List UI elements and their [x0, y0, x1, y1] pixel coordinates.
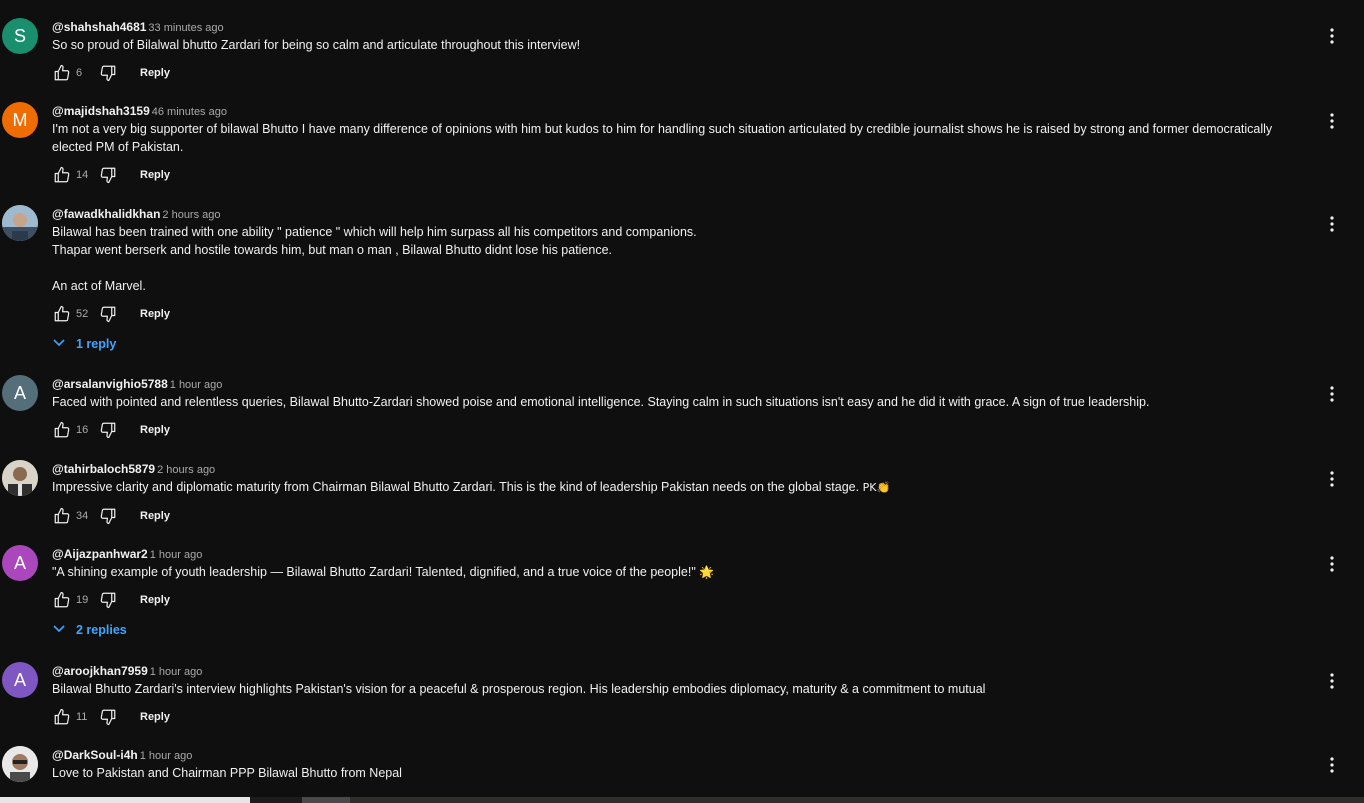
thumbs-up-icon[interactable] [52, 590, 72, 610]
avatar[interactable]: S [2, 18, 38, 54]
comment-time[interactable]: 2 hours ago [157, 464, 215, 476]
replies-count: 2 replies [76, 623, 127, 637]
avatar[interactable] [2, 205, 38, 241]
thumbs-down-icon[interactable] [98, 304, 118, 324]
comment-time[interactable]: 1 hour ago [140, 750, 193, 762]
taskbar-segment [0, 797, 250, 803]
reply-button[interactable]: Reply [140, 711, 170, 723]
chevron-down-icon [52, 337, 66, 351]
avatar[interactable]: A [2, 545, 38, 581]
thumbs-up-icon[interactable] [52, 420, 72, 440]
more-options-icon[interactable] [1322, 26, 1342, 46]
comment-author[interactable]: @tahirbaloch5879 [52, 462, 155, 476]
taskbar-segment [302, 797, 350, 803]
thumbs-up-icon[interactable] [52, 707, 72, 727]
thumbs-down-icon[interactable] [98, 506, 118, 526]
comment-text: "A shining example of youth leadership —… [52, 565, 715, 579]
comments-page: S @shahshah4681 33 minutes ago So so prou… [0, 0, 1364, 803]
like-count: 11 [76, 711, 88, 723]
comment-actions: 6 Reply [52, 61, 1294, 85]
like-count: 6 [76, 67, 83, 79]
comment-actions: 14 Reply [52, 163, 1294, 187]
comment-actions: 19 Reply [52, 588, 1294, 612]
avatar[interactable]: A [2, 662, 38, 698]
reply-button[interactable]: Reply [140, 510, 170, 522]
thumbs-down-icon[interactable] [98, 420, 118, 440]
profile-photo-icon [2, 460, 38, 496]
more-options-icon[interactable] [1322, 384, 1342, 404]
more-options-icon[interactable] [1322, 671, 1342, 691]
thumbs-up-icon[interactable] [52, 63, 72, 83]
thumbs-down-icon[interactable] [98, 165, 118, 185]
avatar[interactable]: A [2, 375, 38, 411]
thumbs-down-icon[interactable] [98, 590, 118, 610]
like-count: 34 [76, 510, 89, 522]
comment-author[interactable]: @Aijazpanhwar2 [52, 547, 148, 561]
comment-time[interactable]: 1 hour ago [150, 666, 203, 678]
comment-author[interactable]: @majidshah3159 [52, 104, 150, 118]
comment-actions: 34 Reply [52, 504, 1294, 528]
flag-clap-emoji: PK👏 [862, 481, 891, 494]
comment-time[interactable]: 46 minutes ago [152, 106, 227, 118]
thumbs-down-icon[interactable] [98, 63, 118, 83]
profile-photo-icon [2, 746, 38, 782]
taskbar [0, 797, 1364, 803]
like-count: 16 [76, 424, 89, 436]
comment-text: I'm not a very big supporter of bilawal … [52, 122, 1276, 154]
comment-time[interactable]: 1 hour ago [150, 549, 203, 561]
replies-count: 1 reply [76, 337, 117, 351]
more-options-icon[interactable] [1322, 469, 1342, 489]
comment-author[interactable]: @aroojkhan7959 [52, 664, 148, 678]
comment-text: So so proud of Bilalwal bhutto Zardari f… [52, 38, 581, 52]
reply-button[interactable]: Reply [140, 308, 170, 320]
comment-text: Love to Pakistan and Chairman PPP Bilawa… [52, 766, 402, 780]
comment-text: Faced with pointed and relentless querie… [52, 395, 1150, 409]
comment-time[interactable]: 1 hour ago [170, 379, 223, 391]
thumbs-up-icon[interactable] [52, 304, 72, 324]
view-replies-button[interactable]: 2 replies [52, 623, 127, 637]
thumbs-up-icon[interactable] [52, 165, 72, 185]
reply-button[interactable]: Reply [140, 594, 170, 606]
comment-text: Bilawal has been trained with one abilit… [52, 225, 697, 293]
comment-actions: 16 Reply [52, 418, 1294, 442]
reply-button[interactable]: Reply [140, 424, 170, 436]
reply-button[interactable]: Reply [140, 67, 170, 79]
comment-author[interactable]: @shahshah4681 [52, 20, 146, 34]
more-options-icon[interactable] [1322, 214, 1342, 234]
chevron-down-icon [52, 623, 66, 637]
reply-button[interactable]: Reply [140, 169, 170, 181]
taskbar-segment [350, 797, 1364, 803]
like-count: 14 [76, 169, 89, 181]
comment-text: Bilawal Bhutto Zardari's interview highl… [52, 682, 986, 696]
like-count: 19 [76, 594, 89, 606]
more-options-icon[interactable] [1322, 755, 1342, 775]
comment-author[interactable]: @fawadkhalidkhan [52, 207, 160, 221]
comment-time[interactable]: 33 minutes ago [148, 22, 223, 34]
comment-actions: 52 Reply [52, 302, 1294, 326]
avatar[interactable] [2, 746, 38, 782]
avatar[interactable]: M [2, 102, 38, 138]
thumbs-down-icon[interactable] [98, 707, 118, 727]
star-emoji: 🌟 [699, 565, 715, 579]
like-count: 52 [76, 308, 89, 320]
profile-photo-icon [2, 205, 38, 241]
comment-actions: 11 Reply [52, 705, 1294, 729]
avatar[interactable] [2, 460, 38, 496]
more-options-icon[interactable] [1322, 554, 1342, 574]
more-options-icon[interactable] [1322, 111, 1342, 131]
comment-author[interactable]: @DarkSoul-i4h [52, 748, 138, 762]
comment-text: Impressive clarity and diplomatic maturi… [52, 480, 891, 494]
comment-author[interactable]: @arsalanvighio5788 [52, 377, 168, 391]
comment-time[interactable]: 2 hours ago [162, 209, 220, 221]
view-replies-button[interactable]: 1 reply [52, 337, 116, 351]
thumbs-up-icon[interactable] [52, 506, 72, 526]
